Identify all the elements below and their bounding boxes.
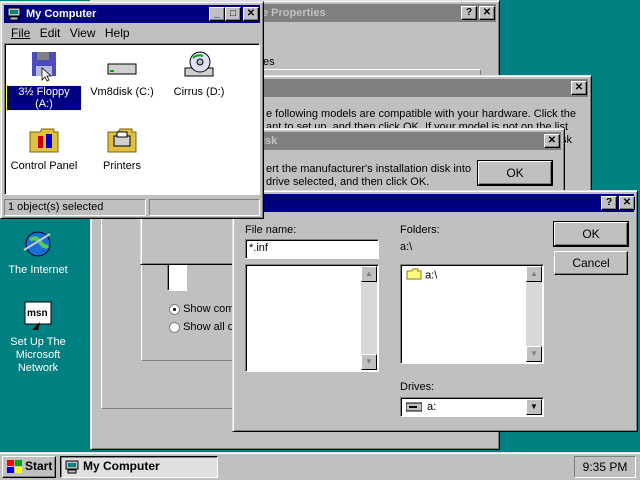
file-name-value: *.inf — [249, 242, 268, 254]
window-title: e Properties — [262, 7, 326, 19]
menu-file[interactable]: File — [11, 26, 30, 40]
start-label: Start — [25, 459, 53, 473]
menu-view[interactable]: View — [70, 26, 96, 40]
printers-folder-icon — [106, 124, 138, 156]
drives-label: Drives: — [400, 381, 435, 393]
help-button[interactable]: ? — [601, 196, 617, 210]
desktop-icon-label: Set Up The Microsoft Network — [10, 336, 66, 374]
chevron-down-icon[interactable]: ▼ — [526, 399, 542, 415]
models-text-1: e following models are compatible with y… — [266, 108, 576, 120]
install-text-2: drive selected, and then click OK. — [266, 176, 430, 188]
install-text-1: ert the manufacturer's installation disk… — [266, 163, 472, 175]
hard-drive-icon — [106, 50, 138, 82]
cd-drive-icon — [183, 50, 215, 82]
my-computer-window[interactable]: My Computer _ □ ✕ File Edit View Help 3½… — [0, 1, 264, 219]
open-dialog[interactable]: ? ✕ File name: *.inf ▲ ▼ Folders: a:\ a:… — [232, 190, 638, 432]
item-hard-drive[interactable]: Vm8disk (C:) — [85, 50, 159, 98]
drive-value: a: — [427, 401, 437, 413]
minimize-button[interactable]: _ — [209, 7, 225, 21]
file-list-scrollbar[interactable]: ▲ ▼ — [361, 266, 377, 370]
tab-label[interactable]: es — [263, 56, 275, 68]
scroll-down-button[interactable]: ▼ — [526, 346, 542, 362]
task-label: My Computer — [83, 459, 160, 473]
item-label: Vm8disk (C:) — [90, 86, 154, 98]
file-list[interactable]: ▲ ▼ — [245, 264, 379, 372]
drives-select[interactable]: a: ▼ — [400, 397, 544, 417]
drive-icon — [405, 402, 423, 415]
computer-icon — [7, 7, 21, 23]
desktop-icon-internet[interactable]: The Internet — [3, 228, 73, 276]
close-button[interactable]: ✕ — [479, 6, 495, 20]
close-button[interactable]: ✕ — [544, 134, 560, 148]
radio-selected-icon — [169, 303, 180, 315]
file-name-input[interactable]: *.inf — [245, 239, 379, 259]
ok-button[interactable]: OK — [553, 221, 629, 247]
open-titlebar[interactable] — [236, 194, 634, 212]
windows-logo-icon — [7, 460, 23, 480]
window-title: isk — [262, 135, 278, 147]
folders-path: a:\ — [400, 241, 413, 253]
cancel-button[interactable]: Cancel — [554, 251, 628, 275]
radio-show-compatible[interactable]: Show com — [169, 303, 234, 315]
desktop-icon-msn[interactable]: msn Set Up The Microsoft Network — [3, 300, 73, 375]
item-label: Printers — [103, 160, 141, 172]
close-button[interactable]: ✕ — [619, 196, 635, 210]
scroll-up-button[interactable]: ▲ — [526, 266, 542, 282]
start-button[interactable]: Start — [2, 456, 56, 478]
radio-label: Show all d — [183, 321, 234, 333]
close-button[interactable]: ✕ — [571, 81, 587, 95]
item-label: Control Panel — [10, 160, 78, 172]
file-name-label: File name: — [245, 224, 297, 236]
maximize-button[interactable]: □ — [225, 7, 241, 21]
status-text: 1 object(s) selected — [8, 201, 104, 213]
help-button[interactable]: ? — [461, 6, 477, 20]
window-title: My Computer — [26, 8, 97, 20]
menu-edit[interactable]: Edit — [40, 26, 61, 40]
folder-list-scrollbar[interactable]: ▲ ▼ — [526, 266, 542, 362]
computer-icon — [65, 460, 79, 480]
content-area: 3½ Floppy (A:) Vm8disk (C:) Cirrus (D:) … — [4, 43, 260, 195]
task-my-computer[interactable]: My Computer — [60, 456, 218, 478]
clock[interactable]: 9:35 PM — [583, 460, 628, 474]
status-bar: 1 object(s) selected — [4, 199, 260, 216]
item-control-panel[interactable]: Control Panel — [7, 124, 81, 172]
menu-help[interactable]: Help — [105, 26, 130, 40]
folder-item-label: a:\ — [425, 269, 438, 282]
internet-globe-icon — [22, 228, 54, 260]
radio-empty-icon — [169, 321, 180, 333]
open-folder-icon — [406, 268, 422, 283]
scroll-up-button[interactable]: ▲ — [361, 266, 377, 282]
desktop-icon-label: The Internet — [8, 264, 68, 276]
item-floppy[interactable]: 3½ Floppy (A:) — [6, 50, 82, 111]
folders-label: Folders: — [400, 224, 440, 236]
scroll-down-button[interactable]: ▼ — [361, 354, 377, 370]
status-text-pane: 1 object(s) selected — [4, 199, 146, 216]
system-tray: 9:35 PM — [574, 456, 636, 478]
folder-item[interactable]: a:\ — [406, 268, 437, 283]
item-label: 3½ Floppy (A:) — [6, 85, 82, 111]
folder-list[interactable]: a:\ ▲ ▼ — [400, 264, 544, 364]
control-panel-icon — [28, 124, 60, 156]
svg-text:msn: msn — [27, 308, 48, 319]
msn-icon: msn — [22, 300, 54, 332]
taskbar: Start My Computer 9:35 PM — [0, 452, 640, 480]
item-cd-drive[interactable]: Cirrus (D:) — [162, 50, 236, 98]
radio-label: Show com — [183, 303, 235, 315]
status-pane-2 — [149, 199, 260, 216]
close-button[interactable]: ✕ — [243, 7, 259, 21]
item-label: Cirrus (D:) — [173, 86, 225, 98]
menu-bar: File Edit View Help — [5, 25, 130, 41]
item-printers[interactable]: Printers — [85, 124, 159, 172]
radio-show-all[interactable]: Show all d — [169, 321, 234, 333]
floppy-drive-icon — [28, 50, 60, 82]
ok-button[interactable]: OK — [477, 160, 553, 186]
